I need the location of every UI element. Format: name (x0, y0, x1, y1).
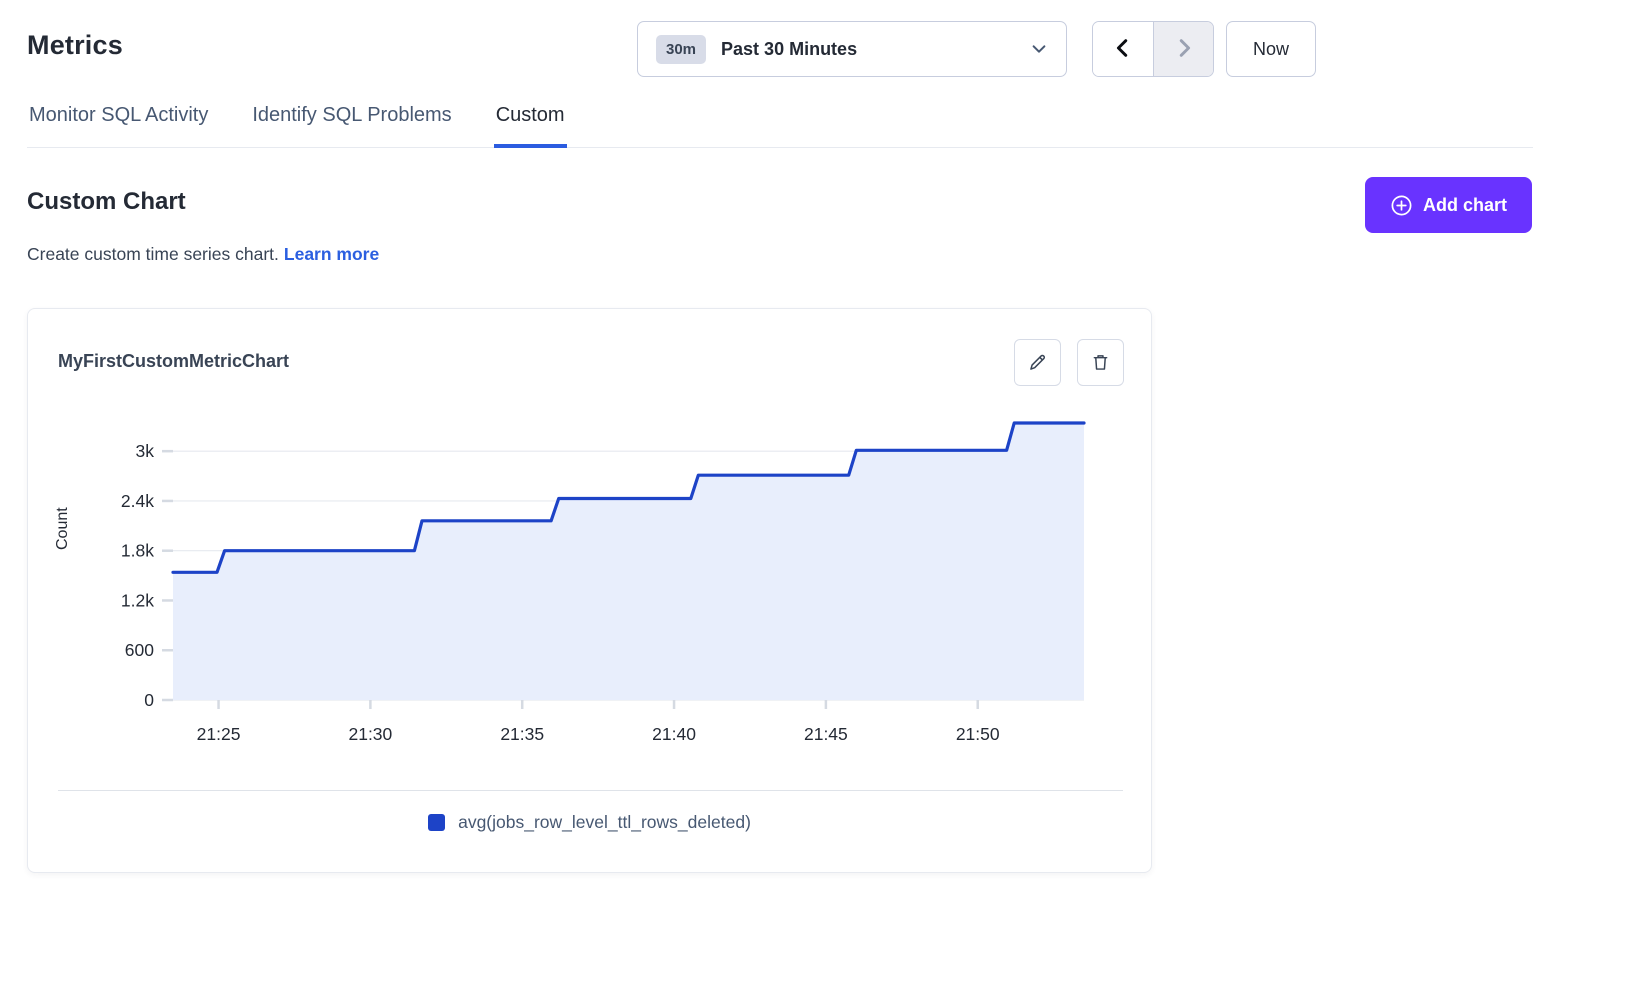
chevron-right-icon (1173, 37, 1195, 62)
next-time-button[interactable] (1153, 22, 1213, 76)
add-chart-button[interactable]: Add chart (1365, 177, 1532, 233)
chevron-left-icon (1112, 37, 1134, 62)
card-header: MyFirstCustomMetricChart (28, 309, 1151, 386)
y-axis-title: Count (54, 507, 72, 550)
svg-text:600: 600 (125, 640, 154, 660)
chart-legend[interactable]: avg(jobs_row_level_ttl_rows_deleted) (28, 791, 1151, 853)
chart-area: Count 0 600 1.2k 1.8k 2.4k 3k 21:25 21:30 21:35 2… (28, 398, 1151, 780)
svg-text:21:45: 21:45 (804, 724, 848, 744)
custom-chart-card: MyFirstCustomMetricChart Count 0 600 1.2k 1… (27, 308, 1152, 873)
page-title: Metrics (27, 30, 123, 61)
svg-text:1.2k: 1.2k (121, 590, 154, 610)
time-range-label: Past 30 Minutes (721, 39, 857, 60)
svg-text:21:30: 21:30 (348, 724, 392, 744)
subtitle-text: Create custom time series chart. (27, 244, 279, 264)
tab-identify-sql-problems[interactable]: Identify SQL Problems (250, 100, 453, 148)
plus-circle-icon (1390, 194, 1413, 217)
svg-text:0: 0 (144, 690, 154, 710)
tab-custom[interactable]: Custom (494, 100, 567, 148)
svg-text:21:35: 21:35 (500, 724, 544, 744)
learn-more-link[interactable]: Learn more (284, 244, 379, 264)
prev-time-button[interactable] (1093, 22, 1153, 76)
pencil-icon (1027, 352, 1048, 373)
time-nav-group (1092, 21, 1214, 77)
svg-text:21:50: 21:50 (956, 724, 1000, 744)
card-actions (1014, 339, 1124, 386)
chevron-down-icon (1030, 40, 1048, 58)
svg-text:21:25: 21:25 (197, 724, 241, 744)
svg-text:2.4k: 2.4k (121, 491, 154, 511)
metrics-page: Metrics 30m Past 30 Minutes Now Monitor … (0, 0, 1650, 982)
svg-text:3k: 3k (136, 441, 155, 461)
svg-text:1.8k: 1.8k (121, 541, 154, 561)
time-range-selector[interactable]: 30m Past 30 Minutes (637, 21, 1067, 77)
custom-chart-plot: 0 600 1.2k 1.8k 2.4k 3k 21:25 21:30 21:35 21:40 21… (78, 398, 1128, 780)
add-chart-label: Add chart (1423, 195, 1507, 216)
section-subtitle: Create custom time series chart.Learn mo… (27, 244, 379, 265)
edit-chart-button[interactable] (1014, 339, 1061, 386)
delete-chart-button[interactable] (1077, 339, 1124, 386)
legend-swatch (428, 814, 445, 831)
tab-monitor-sql-activity[interactable]: Monitor SQL Activity (27, 100, 210, 148)
chart-title: MyFirstCustomMetricChart (58, 339, 289, 372)
time-range-badge: 30m (656, 35, 706, 64)
section-title: Custom Chart (27, 188, 186, 216)
metrics-tabs: Monitor SQL Activity Identify SQL Proble… (27, 100, 1533, 148)
trash-icon (1090, 352, 1111, 373)
now-button[interactable]: Now (1226, 21, 1316, 77)
legend-label: avg(jobs_row_level_ttl_rows_deleted) (458, 812, 751, 833)
svg-text:21:40: 21:40 (652, 724, 696, 744)
